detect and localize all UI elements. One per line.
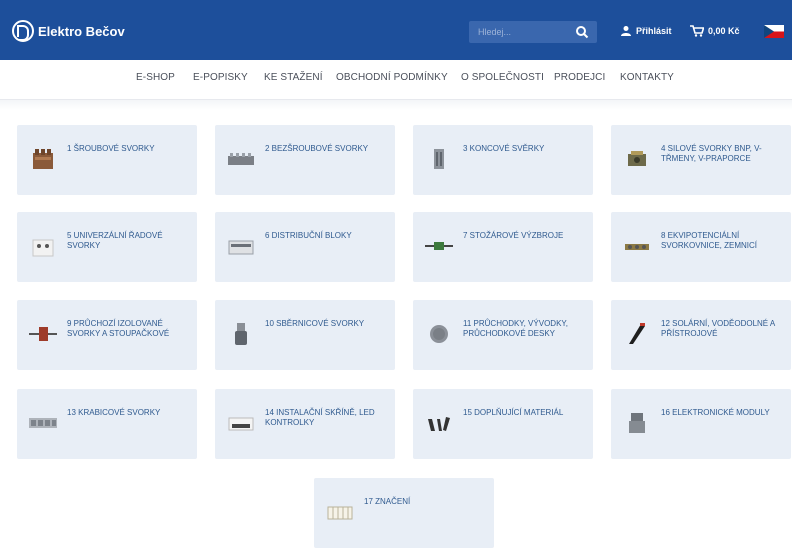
grommet-icon (430, 325, 448, 343)
category-label: 6 DISTRIBUČNÍ BLOKY (265, 231, 352, 240)
search-icon[interactable] (575, 25, 589, 39)
logo-icon (12, 20, 34, 42)
category-card-2[interactable]: 2 BEZŠROUBOVÉ SVORKY (215, 125, 395, 195)
electronic-module-icon (629, 413, 645, 433)
category-label: 15 DOPLŇUJÍCÍ MATERIÁL (463, 408, 564, 417)
feedthrough-terminal-icon (29, 327, 57, 341)
cart-icon (690, 25, 704, 37)
category-card-14[interactable]: 14 INSTALAČNÍ SKŘÍNĚ, LED KONTROLKY (215, 389, 395, 459)
equipotential-terminal-icon (625, 244, 649, 250)
language-flag-icon[interactable] (764, 25, 784, 38)
category-card-10[interactable]: 10 SBĚRNICOVÉ SVORKY (215, 300, 395, 370)
brand-logo[interactable]: Elektro Bečov (12, 20, 125, 42)
category-card-6[interactable]: 6 DISTRIBUČNÍ BLOKY (215, 212, 395, 282)
top-bar: Elektro Bečov Přihlásit 0,00 Kč (0, 0, 792, 60)
category-label: 8 EKVIPOTENCIÁLNÍ SVORKOVNICE, ZEMNICÍ (661, 231, 758, 250)
main-nav: E-SHOP E-POPISKY KE STAŽENÍ OBCHODNÍ POD… (0, 60, 792, 100)
screw-terminal-icon (33, 149, 53, 169)
nav-item-kontakty[interactable]: KONTAKTY (620, 72, 674, 83)
installation-box-icon (228, 417, 254, 431)
category-card-13[interactable]: 13 KRABICOVÉ SVORKY (17, 389, 197, 459)
category-label: 7 STOŽÁROVÉ VÝZBROJE (463, 231, 564, 240)
cart-link[interactable]: 0,00 Kč (690, 25, 740, 37)
category-label: 16 ELEKTRONICKÉ MODULY (661, 408, 770, 417)
category-label: 9 PRŮCHOZÍ IZOLOVANÉ SVORKY A STOUPAČKOV… (67, 319, 170, 338)
category-label: 14 INSTALAČNÍ SKŘÍNĚ, LED KONTROLKY (265, 408, 375, 427)
category-label: 11 PRŮCHODKY, VÝVODKY, PRŮCHODKOVÉ DESKY (463, 319, 568, 338)
category-label: 13 KRABICOVÉ SVORKY (67, 408, 161, 417)
pole-fitting-icon (425, 242, 453, 250)
screwless-terminal-icon (228, 153, 254, 165)
search-input[interactable] (469, 21, 569, 43)
category-card-11[interactable]: 11 PRŮCHODKY, VÝVODKY, PRŮCHODKOVÉ DESKY (413, 300, 593, 370)
category-card-4[interactable]: 4 SILOVÉ SVORKY BNP, V-TŘMENY, V-PRAPORC… (611, 125, 791, 195)
user-icon (621, 26, 631, 36)
search-box (469, 21, 597, 43)
category-card-15[interactable]: 15 DOPLŇUJÍCÍ MATERIÁL (413, 389, 593, 459)
busbar-terminal-icon (235, 323, 247, 345)
nav-item-ke-stazeni[interactable]: KE STAŽENÍ (264, 72, 323, 83)
nav-item-obchodni-podminky[interactable]: OBCHODNÍ PODMÍNKY (336, 72, 448, 83)
nav-item-prodejci[interactable]: PRODEJCI (554, 72, 605, 83)
power-terminal-icon (628, 151, 646, 166)
nav-item-e-popisky[interactable]: E-POPISKY (193, 72, 248, 83)
login-link[interactable]: Přihlásit (620, 25, 672, 37)
accessories-icon (428, 417, 450, 431)
category-card-5[interactable]: 5 UNIVERZÁLNÍ ŘADOVÉ SVORKY (17, 212, 197, 282)
universal-terminal-icon (32, 239, 54, 257)
category-card-8[interactable]: 8 EKVIPOTENCIÁLNÍ SVORKOVNICE, ZEMNICÍ (611, 212, 791, 282)
login-label: Přihlásit (636, 26, 672, 36)
box-terminal-icon (29, 418, 57, 428)
category-label: 4 SILOVÉ SVORKY BNP, V-TŘMENY, V-PRAPORC… (661, 144, 762, 163)
category-card-9[interactable]: 9 PRŮCHOZÍ IZOLOVANÉ SVORKY A STOUPAČKOV… (17, 300, 197, 370)
category-card-1[interactable]: 1 ŠROUBOVÉ SVORKY (17, 125, 197, 195)
distribution-block-icon (228, 240, 254, 255)
brand-name: Elektro Bečov (38, 23, 125, 39)
nav-divider (0, 100, 792, 110)
category-card-12[interactable]: 12 SOLÁRNÍ, VODĚODOLNÉ A PŘÍSTROJOVÉ (611, 300, 791, 370)
category-label: 1 ŠROUBOVÉ SVORKY (67, 144, 155, 153)
category-card-16[interactable]: 16 ELEKTRONICKÉ MODULY (611, 389, 791, 459)
category-label: 2 BEZŠROUBOVÉ SVORKY (265, 144, 369, 153)
end-clamp-icon (434, 149, 444, 169)
category-label: 5 UNIVERZÁLNÍ ŘADOVÉ SVORKY (67, 231, 163, 250)
category-card-7[interactable]: 7 STOŽÁROVÉ VÝZBROJE (413, 212, 593, 282)
category-card-3[interactable]: 3 KONCOVÉ SVĚRKY (413, 125, 593, 195)
category-label: 3 KONCOVÉ SVĚRKY (463, 144, 545, 153)
cart-total: 0,00 Kč (708, 26, 740, 36)
solar-connector-icon (629, 323, 645, 344)
marking-icon (327, 506, 353, 520)
category-card-17[interactable]: 17 ZNAČENÍ (314, 478, 494, 548)
category-label: 17 ZNAČENÍ (364, 497, 411, 506)
category-label: 10 SBĚRNICOVÉ SVORKY (265, 319, 365, 328)
nav-item-eshop[interactable]: E-SHOP (136, 72, 175, 83)
nav-item-o-spolecnosti[interactable]: O SPOLEČNOSTI (461, 72, 544, 83)
category-label: 12 SOLÁRNÍ, VODĚODOLNÉ A PŘÍSTROJOVÉ (661, 319, 775, 338)
